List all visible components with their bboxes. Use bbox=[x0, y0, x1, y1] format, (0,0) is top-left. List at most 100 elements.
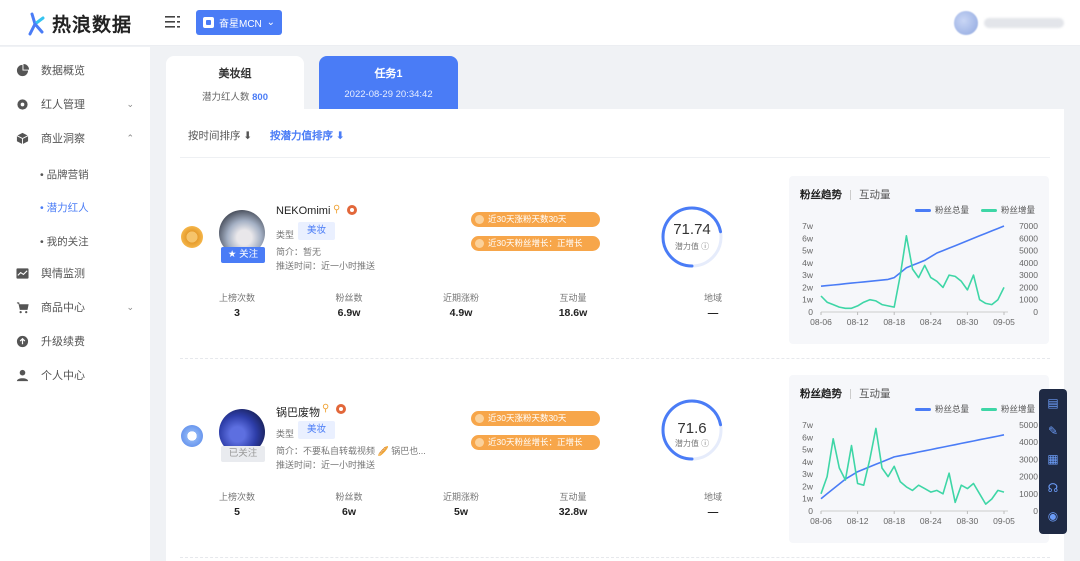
type-label: 类型 bbox=[276, 429, 295, 439]
sidebar-sub-potential-kol[interactable]: • 潜力红人 bbox=[40, 200, 89, 215]
sidebar-item-upgrade[interactable]: 升级续费 bbox=[0, 328, 150, 354]
y2-tick-label: 1000 bbox=[1019, 295, 1038, 305]
potential-score-value: 71.6 bbox=[677, 420, 706, 437]
user-avatar bbox=[954, 11, 978, 35]
legend-item-growth[interactable]: 粉丝增量 bbox=[980, 204, 1035, 216]
logo-icon bbox=[28, 12, 45, 35]
legend-item-total[interactable]: 粉丝总量 bbox=[914, 403, 969, 415]
headset-icon[interactable]: ☊ bbox=[1046, 481, 1060, 495]
x-tick-label: 08-12 bbox=[847, 317, 869, 327]
level-icon bbox=[347, 205, 357, 215]
sort-by-potential-button[interactable]: 按潜力值排序 ⬇ bbox=[270, 128, 345, 143]
type-label: 类型 bbox=[276, 230, 295, 240]
coins-icon[interactable]: ◉ bbox=[1046, 509, 1060, 523]
tab-timestamp: 2022-08-29 20:34:42 bbox=[344, 89, 433, 100]
sidebar-item-product-center[interactable]: 商品中心 ⌄ bbox=[0, 294, 150, 320]
fans-trend-card: 粉丝趋势 互动量 粉丝总量 粉丝增量 7w 6w 5w 4w 3w 2w 1w 0 7000 60… bbox=[789, 176, 1049, 344]
stat-value: 32.8w bbox=[558, 506, 588, 518]
tab-separator bbox=[850, 189, 851, 200]
legend-label: 粉丝增量 bbox=[1000, 205, 1035, 215]
tab-sub: 潜力红人数 800 bbox=[166, 89, 304, 103]
x-tick-label: 08-06 bbox=[810, 317, 832, 327]
cart-icon bbox=[16, 301, 29, 313]
legend-item-growth[interactable]: 粉丝增量 bbox=[980, 403, 1035, 415]
type-tag: 美妆 bbox=[298, 222, 336, 240]
stat-label: 互动量 bbox=[559, 293, 587, 303]
tab-title: 美妆组 bbox=[218, 68, 252, 80]
y-tick-label: 4w bbox=[802, 258, 814, 268]
sidebar-item-label: 舆情监测 bbox=[41, 268, 85, 280]
y2-tick-label: 0 bbox=[1033, 506, 1038, 516]
sidebar-item-label: 升级续费 bbox=[41, 336, 85, 348]
key-icon: ⚲ bbox=[322, 403, 330, 414]
sidebar-item-label: 个人中心 bbox=[41, 370, 85, 382]
legend-swatch bbox=[914, 208, 931, 212]
tab-interaction[interactable]: 互动量 bbox=[859, 187, 891, 202]
org-select[interactable]: 奋星MCN ⌄ bbox=[196, 10, 282, 35]
x-tick-label: 08-12 bbox=[847, 516, 869, 526]
stat-label: 上榜次数 bbox=[218, 293, 255, 303]
y-tick-label: 4w bbox=[802, 457, 814, 467]
chevron-down-icon: ⌄ bbox=[266, 17, 275, 28]
tab-task1[interactable]: 任务1 2022-08-29 20:34:42 bbox=[319, 56, 458, 109]
tab-interaction[interactable]: 互动量 bbox=[859, 386, 891, 401]
y2-tick-label: 7000 bbox=[1019, 221, 1038, 231]
username-blurred bbox=[984, 18, 1064, 28]
push-time-text: 推送时间：近一小时推送 bbox=[276, 460, 376, 470]
stat-label: 粉丝数 bbox=[335, 293, 363, 303]
stat-label: 近期涨粉 bbox=[442, 293, 479, 303]
y-tick-label: 5w bbox=[802, 445, 814, 455]
sidebar-item-overview[interactable]: 数据概览 bbox=[0, 57, 150, 83]
level-icon bbox=[336, 404, 346, 414]
kol-name[interactable]: 锅巴废物 bbox=[276, 404, 320, 420]
potential-score-ring: 71.6 潜力值 ⓘ bbox=[661, 399, 723, 461]
x-tick-label: 09-05 bbox=[993, 516, 1015, 526]
y-tick-label: 6w bbox=[802, 233, 814, 243]
follow-button[interactable]: ★ 关注 bbox=[221, 247, 265, 263]
tab-fans-trend[interactable]: 粉丝趋势 bbox=[800, 187, 842, 202]
legend-label: 粉丝总量 bbox=[934, 205, 969, 215]
growth-trend-badge: 近30天粉丝增长：正增长 bbox=[471, 236, 600, 251]
sidebar-sub-my-follow[interactable]: • 我的关注 bbox=[40, 234, 89, 249]
org-icon bbox=[203, 17, 214, 28]
logo[interactable]: 热浪数据 bbox=[24, 10, 132, 37]
kol-name[interactable]: NEKOmimi bbox=[276, 205, 330, 217]
chevron-up-icon: ⌃ bbox=[126, 132, 134, 143]
series-line-growth bbox=[820, 234, 1005, 310]
sidebar-item-business-insight[interactable]: 商业洞察 ⌃ bbox=[0, 125, 150, 151]
cube-icon bbox=[16, 132, 29, 144]
sidebar-item-kol-management[interactable]: 红人管理 ⌄ bbox=[0, 91, 150, 117]
sort-by-time-button[interactable]: 按时间排序 ⬇ bbox=[188, 128, 252, 143]
y-tick-label: 6w bbox=[802, 432, 814, 442]
legend-item-total[interactable]: 粉丝总量 bbox=[914, 204, 969, 216]
org-select-label: 奋星MCN bbox=[219, 19, 262, 30]
tab-fans-trend[interactable]: 粉丝趋势 bbox=[800, 386, 842, 401]
y-tick-label: 2w bbox=[802, 282, 814, 292]
edit-icon[interactable]: ✎ bbox=[1046, 424, 1060, 438]
row-divider bbox=[180, 358, 1050, 359]
followed-button[interactable]: 已关注 bbox=[221, 446, 265, 462]
sidebar-item-label: 商品中心 bbox=[41, 302, 85, 314]
menu-toggle-icon[interactable] bbox=[165, 15, 181, 29]
doc-icon[interactable]: ▦ bbox=[1046, 452, 1060, 466]
floating-toolbar: ▤ ✎ ▦ ☊ ◉ bbox=[1039, 389, 1067, 534]
growth-days-badge: 近30天涨粉天数30天 bbox=[471, 212, 600, 227]
user-menu[interactable] bbox=[954, 11, 1064, 35]
growth-trend-badge: 近30天粉丝增长：正增长 bbox=[471, 435, 600, 450]
chevron-down-icon: ⌄ bbox=[126, 301, 134, 312]
legend-swatch bbox=[914, 407, 931, 411]
chat-icon[interactable]: ▤ bbox=[1046, 396, 1060, 410]
stat-value: — bbox=[707, 307, 719, 319]
stat-value: 6.9w bbox=[337, 307, 361, 319]
chart-tabs: 粉丝趋势 互动量 bbox=[800, 386, 891, 401]
x-tick-label: 08-30 bbox=[957, 317, 979, 327]
sidebar-item-profile[interactable]: 个人中心 bbox=[0, 362, 150, 388]
stat-label: 上榜次数 bbox=[218, 492, 255, 502]
series-line-total bbox=[820, 225, 1005, 287]
sidebar-sub-brand-marketing[interactable]: • 品牌营销 bbox=[40, 167, 89, 182]
potential-score-ring: 71.74 潜力值 ⓘ bbox=[661, 206, 723, 268]
stat-value: 5w bbox=[453, 506, 468, 518]
y2-tick-label: 2000 bbox=[1019, 282, 1038, 292]
sidebar-item-sentiment[interactable]: 舆情监测 bbox=[0, 260, 150, 286]
tab-makeup-group[interactable]: 美妆组 潜力红人数 800 bbox=[166, 56, 304, 109]
